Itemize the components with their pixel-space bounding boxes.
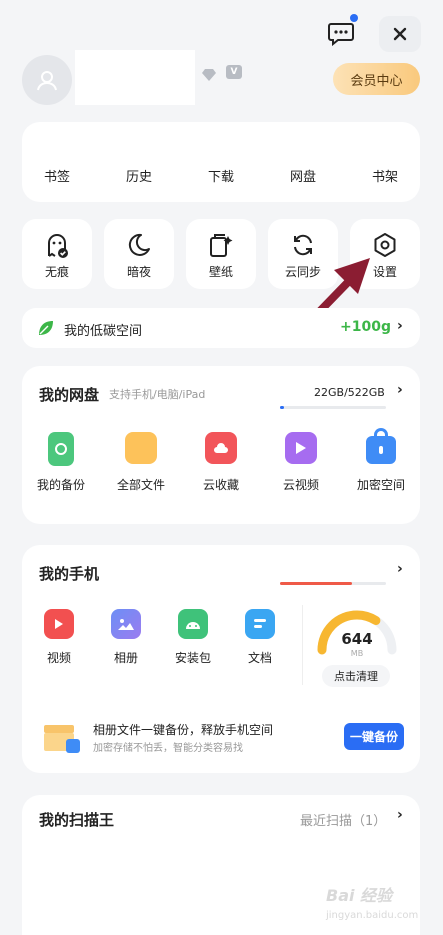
close-icon: [393, 27, 407, 41]
close-button[interactable]: [379, 16, 421, 52]
low-carbon-value: +100g: [340, 319, 391, 335]
android-icon: [178, 609, 208, 639]
username-redacted: [75, 50, 195, 105]
cloud-disk-usage-bar: [280, 406, 386, 409]
dark-mode-label: 暗夜: [126, 265, 151, 279]
incognito-icon: [48, 234, 68, 258]
videos-item[interactable]: 视频: [34, 609, 84, 666]
my-backup-label: 我的备份: [36, 478, 85, 492]
folder-icon: [125, 432, 157, 464]
document-icon: [245, 609, 275, 639]
cloud-disk-usage: 22GB/522GB: [314, 386, 385, 399]
watermark: Bai 经验 jingyan.baidu.com: [326, 882, 436, 930]
documents-item[interactable]: 文档: [235, 609, 285, 666]
incognito-button[interactable]: 无痕: [22, 219, 92, 289]
one-click-backup-button[interactable]: 一键备份: [344, 723, 404, 750]
album-item[interactable]: 相册: [101, 609, 151, 666]
cloud-disk-usage-fill: [280, 406, 285, 409]
cloud-disk-subtitle: 支持手机/电脑/iPad: [109, 388, 206, 401]
top-nav-card: 书签 历史 下载 网盘 书架: [22, 122, 420, 202]
backup-promo-title: 相册文件一键备份，释放手机空间: [93, 723, 274, 737]
low-carbon-label: 我的低碳空间: [64, 324, 143, 339]
notification-dot: [350, 14, 358, 22]
clean-button[interactable]: 点击清理: [322, 665, 390, 687]
cloud-favorites-label: 云收藏: [202, 478, 239, 492]
message-button[interactable]: [325, 18, 357, 50]
user-icon: [37, 71, 57, 91]
all-files-item[interactable]: 全部文件: [105, 432, 177, 493]
nav-history[interactable]: 历史: [126, 166, 152, 185]
recent-scans-link[interactable]: 最近扫描（1）: [300, 810, 386, 829]
chevron-right-icon[interactable]: ›: [397, 382, 403, 398]
wallpaper-label: 壁纸: [208, 265, 233, 279]
my-backup-item[interactable]: 我的备份: [25, 432, 97, 493]
member-center-button[interactable]: 会员中心: [333, 63, 420, 95]
encrypted-space-label: 加密空间: [356, 478, 405, 492]
message-icon: [328, 23, 354, 46]
video-play-icon: [285, 432, 317, 464]
avatar[interactable]: [22, 55, 72, 105]
nav-bookshelf[interactable]: 书架: [372, 166, 398, 185]
my-phone-title[interactable]: 我的手机: [39, 563, 99, 584]
apk-label: 安装包: [174, 651, 211, 665]
low-carbon-row[interactable]: 我的低碳空间 +100g ›: [22, 308, 420, 348]
chevron-right-icon[interactable]: ›: [397, 561, 403, 577]
incognito-label: 无痕: [44, 265, 69, 279]
my-phone-card: 我的手机 › 视频 相册 安装包 文档 644 MB 点击清理 相册文件一键备份…: [22, 545, 420, 773]
one-click-backup-label: 一键备份: [349, 730, 398, 744]
gauge-value: 644: [341, 630, 373, 648]
moon-icon: [128, 233, 150, 256]
lock-icon: [366, 428, 396, 464]
videos-label: 视频: [46, 651, 71, 665]
phone-storage-bar: [280, 582, 386, 585]
chevron-right-icon: ›: [397, 318, 403, 334]
gauge-unit: MB: [350, 649, 364, 658]
all-files-label: 全部文件: [116, 478, 165, 492]
watermark-text: Bai 经验: [326, 886, 393, 905]
member-center-label: 会员中心: [350, 73, 403, 89]
cloud-video-label: 云视频: [282, 478, 319, 492]
wallpaper-button[interactable]: 壁纸: [186, 219, 256, 289]
clean-button-label: 点击清理: [334, 670, 378, 683]
chevron-right-icon[interactable]: ›: [397, 807, 403, 823]
backup-promo-icon: [44, 725, 80, 753]
nav-cloud-disk[interactable]: 网盘: [290, 166, 316, 185]
leaf-icon: [39, 321, 53, 335]
scanner-title[interactable]: 我的扫描王: [39, 809, 114, 830]
cloud-disk-card: 我的网盘 支持手机/电脑/iPad 22GB/522GB › 我的备份 全部文件…: [22, 366, 420, 524]
cloud-favorites-item[interactable]: 云收藏: [185, 432, 257, 493]
vip-diamond-icon: [202, 66, 216, 81]
backup-icon: [48, 432, 74, 466]
album-icon: [111, 609, 141, 639]
cloud-favorite-icon: [205, 432, 237, 464]
documents-label: 文档: [247, 651, 272, 665]
video-icon: [44, 609, 74, 639]
nav-downloads[interactable]: 下载: [208, 166, 234, 185]
dark-mode-button[interactable]: 暗夜: [104, 219, 174, 289]
apk-item[interactable]: 安装包: [168, 609, 218, 666]
phone-storage-fill: [280, 582, 353, 585]
vip-badge: V: [226, 65, 242, 79]
backup-promo-subtitle: 加密存储不怕丢，智能分类容易找: [93, 743, 243, 754]
encrypted-space-item[interactable]: 加密空间: [345, 428, 417, 493]
vip-badge-text: V: [230, 67, 238, 77]
cloud-disk-title[interactable]: 我的网盘: [39, 384, 99, 405]
watermark-url: jingyan.baidu.com: [326, 910, 419, 921]
album-label: 相册: [113, 651, 138, 665]
cloud-video-item[interactable]: 云视频: [265, 432, 337, 493]
divider: [302, 605, 303, 685]
nav-bookmarks[interactable]: 书签: [44, 166, 70, 185]
wallpaper-icon: [210, 234, 233, 257]
